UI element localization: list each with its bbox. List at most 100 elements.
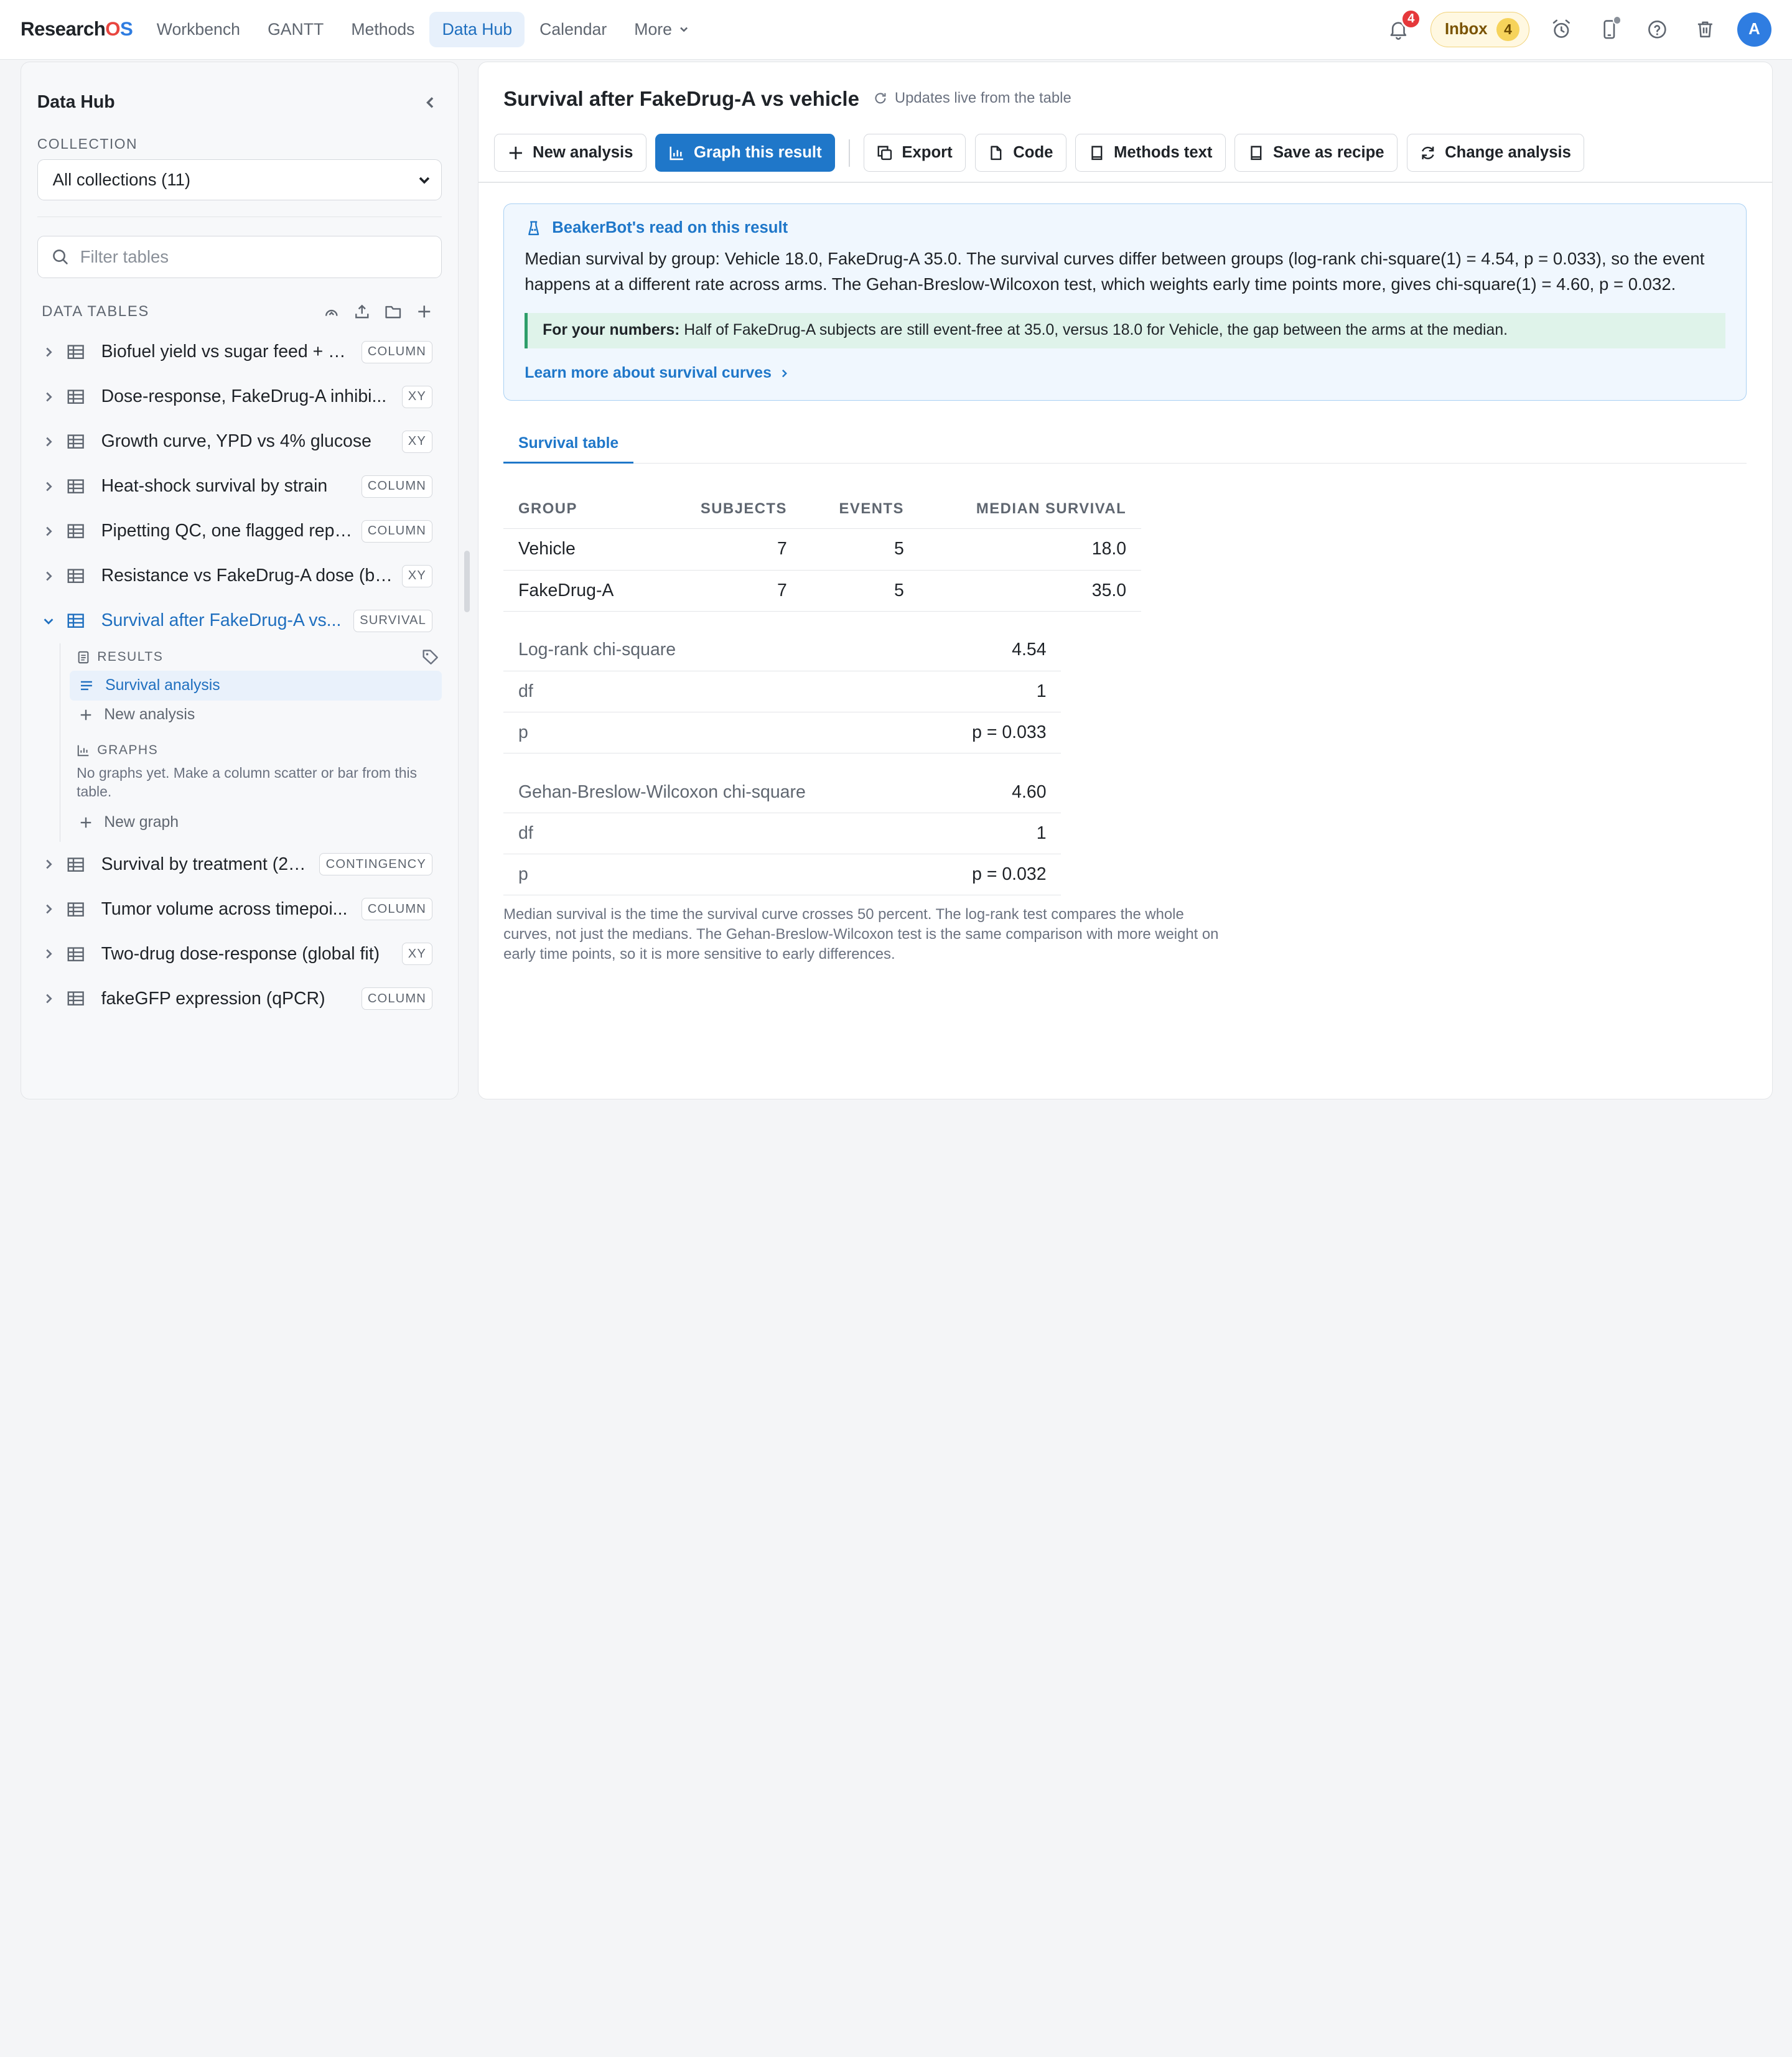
alarm-button[interactable] bbox=[1545, 14, 1577, 45]
nav-methods[interactable]: Methods bbox=[338, 12, 427, 47]
clipboard-icon bbox=[78, 651, 89, 663]
sidebar-resize-handle[interactable] bbox=[464, 551, 470, 613]
stat-label: df bbox=[503, 813, 923, 854]
nav-gantt[interactable]: GANTT bbox=[255, 12, 337, 47]
column-header-median-survival: MEDIAN SURVIVAL bbox=[918, 488, 1142, 529]
mobile-device-button[interactable] bbox=[1593, 14, 1625, 45]
new-analysis-button-label: New analysis bbox=[533, 144, 633, 162]
collapse-all-icon[interactable] bbox=[323, 303, 340, 320]
results-label: RESULTS bbox=[97, 649, 164, 664]
chevron-right-icon[interactable] bbox=[37, 345, 60, 359]
stat-row: Gehan-Breslow-Wilcoxon chi-square 4.60 bbox=[503, 772, 1062, 813]
code-button[interactable]: Code bbox=[974, 134, 1066, 172]
new-analysis-item[interactable]: New analysis bbox=[77, 701, 442, 730]
data-table-row[interactable]: Tumor volume across timepoi... COLUMN bbox=[37, 887, 442, 931]
table-icon bbox=[67, 343, 90, 361]
nav-workbench[interactable]: Workbench bbox=[144, 12, 253, 47]
data-table-row-active[interactable]: Survival after FakeDrug-A vs... SURVIVAL bbox=[37, 599, 442, 643]
plus-icon bbox=[80, 817, 91, 828]
methods-text-button[interactable]: Methods text bbox=[1075, 134, 1226, 172]
sidebar-title: Data Hub bbox=[37, 91, 115, 112]
data-table-type-tag: COLUMN bbox=[361, 520, 433, 543]
data-table-row[interactable]: Resistance vs FakeDrug-A dose (bi... XY bbox=[37, 554, 442, 599]
new-analysis-label: New analysis bbox=[104, 706, 195, 724]
nav-calendar[interactable]: Calendar bbox=[527, 12, 619, 47]
survival-analysis-result-item[interactable]: Survival analysis bbox=[70, 670, 442, 701]
chevron-right-icon[interactable] bbox=[37, 435, 60, 449]
chevron-right-icon[interactable] bbox=[37, 947, 60, 961]
stat-value: 1 bbox=[923, 813, 1062, 854]
notifications-button[interactable]: 4 bbox=[1383, 9, 1422, 45]
expanded-table-children: RESULTS Survival analysis New analysis G… bbox=[60, 643, 442, 842]
chevron-down-icon[interactable] bbox=[37, 614, 60, 628]
data-tables-actions bbox=[323, 303, 432, 320]
graph-this-result-label: Graph this result bbox=[693, 144, 822, 162]
data-table-name: Two-drug dose-response (global fit) bbox=[101, 943, 380, 964]
folder-icon[interactable] bbox=[385, 303, 402, 320]
app-logo[interactable]: ResearchOS bbox=[21, 18, 133, 40]
chevron-right-icon[interactable] bbox=[37, 569, 60, 583]
collapse-sidebar-button[interactable] bbox=[419, 91, 442, 114]
sidebar-header: Data Hub bbox=[37, 62, 442, 122]
help-button[interactable] bbox=[1641, 14, 1673, 45]
table-icon bbox=[67, 388, 90, 406]
nav-more[interactable]: More bbox=[622, 12, 702, 47]
result-header: Survival after FakeDrug-A vs vehicle Upd… bbox=[478, 62, 1772, 111]
tab-survival-table[interactable]: Survival table bbox=[503, 426, 634, 464]
results-section-header: RESULTS bbox=[77, 643, 442, 671]
plus-icon[interactable] bbox=[416, 303, 433, 320]
inbox-label: Inbox bbox=[1444, 20, 1488, 38]
change-analysis-button[interactable]: Change analysis bbox=[1406, 134, 1585, 172]
chevron-right-icon[interactable] bbox=[37, 902, 60, 916]
export-button[interactable]: Export bbox=[863, 134, 966, 172]
data-table-row[interactable]: Growth curve, YPD vs 4% glucose XY bbox=[37, 419, 442, 464]
stat-row: pp = 0.033 bbox=[503, 712, 1062, 753]
graph-this-result-button[interactable]: Graph this result bbox=[655, 134, 835, 172]
data-table-row[interactable]: Dose-response, FakeDrug-A inhibi... XY bbox=[37, 375, 442, 419]
data-table-name: Pipetting QC, one flagged repl... bbox=[101, 521, 352, 541]
data-table-name: Growth curve, YPD vs 4% glucose bbox=[101, 431, 371, 452]
no-graphs-message: No graphs yet. Make a column scatter or … bbox=[77, 765, 418, 800]
data-table-type-tag: COLUMN bbox=[361, 898, 433, 921]
stat-value: 4.54 bbox=[862, 630, 1062, 671]
data-table-name: Survival after FakeDrug-A vs... bbox=[101, 610, 342, 631]
subjects-cell: 7 bbox=[658, 570, 802, 612]
chevron-right-icon[interactable] bbox=[37, 525, 60, 538]
toolbar-divider-line bbox=[478, 182, 1772, 184]
data-table-type-tag: XY bbox=[401, 430, 433, 453]
data-table-row[interactable]: Heat-shock survival by strain COLUMN bbox=[37, 464, 442, 509]
user-avatar[interactable]: A bbox=[1737, 12, 1771, 47]
stat-label: Gehan-Breslow-Wilcoxon chi-square bbox=[503, 772, 923, 813]
median-survival-cell: 35.0 bbox=[918, 570, 1142, 612]
inbox-button[interactable]: Inbox 4 bbox=[1430, 11, 1529, 47]
collection-select[interactable]: All collections (11) bbox=[37, 159, 442, 200]
filter-tables-input[interactable]: Filter tables bbox=[37, 235, 442, 278]
data-table-row[interactable]: fakeGFP expression (qPCR) COLUMN bbox=[37, 976, 442, 1021]
nav-data-hub[interactable]: Data Hub bbox=[429, 11, 525, 47]
upload-icon[interactable] bbox=[353, 303, 371, 320]
trash-button[interactable] bbox=[1689, 14, 1721, 45]
toolbar-divider bbox=[848, 139, 850, 167]
data-tables-header: DATA TABLES bbox=[37, 303, 442, 320]
chevron-left-icon bbox=[426, 96, 433, 108]
save-as-recipe-button[interactable]: Save as recipe bbox=[1234, 134, 1398, 172]
data-table-row[interactable]: Biofuel yield vs sugar feed + a... COLUM… bbox=[37, 330, 442, 375]
chevron-right-icon[interactable] bbox=[37, 480, 60, 493]
data-table-row[interactable]: Pipetting QC, one flagged repl... COLUMN bbox=[37, 509, 442, 554]
data-table-name: Survival by treatment (2x2) bbox=[101, 854, 310, 874]
data-table-row[interactable]: Two-drug dose-response (global fit) XY bbox=[37, 931, 442, 976]
book-icon bbox=[1091, 146, 1102, 160]
chevron-right-icon[interactable] bbox=[37, 390, 60, 404]
chevron-right-icon[interactable] bbox=[37, 992, 60, 1005]
new-graph-item[interactable]: New graph bbox=[77, 808, 442, 837]
table-row: Vehicle 7 5 18.0 bbox=[503, 528, 1142, 571]
chevron-right-icon[interactable] bbox=[37, 857, 60, 871]
gehan-wilcoxon-stats-table: Gehan-Breslow-Wilcoxon chi-square 4.60 df… bbox=[503, 772, 1062, 896]
data-table-row[interactable]: Survival by treatment (2x2) CONTINGENCY bbox=[37, 842, 442, 887]
data-table-name: fakeGFP expression (qPCR) bbox=[101, 988, 325, 1009]
learn-more-link[interactable]: Learn more about survival curves bbox=[525, 365, 1725, 382]
result-toolbar: New analysis Graph this result Export Co… bbox=[478, 111, 1772, 172]
tag-icon[interactable] bbox=[421, 648, 439, 666]
refresh-icon bbox=[875, 93, 886, 104]
new-analysis-button[interactable]: New analysis bbox=[494, 134, 646, 172]
